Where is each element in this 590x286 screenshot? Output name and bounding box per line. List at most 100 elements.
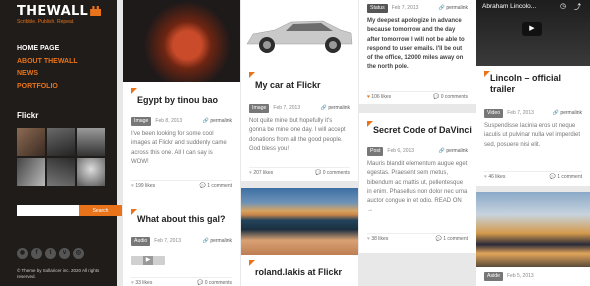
post-footer: ♥ 46 likes 💬 1 comment xyxy=(484,171,582,181)
nav-home[interactable]: HOME PAGE xyxy=(17,43,78,56)
vimeo-icon[interactable]: v xyxy=(59,248,70,259)
comments-link[interactable]: 💬 1 comment xyxy=(436,234,468,244)
likes-count: 106 likes xyxy=(371,94,392,100)
post-corner xyxy=(249,72,255,78)
permalink[interactable]: 🔗 permalink xyxy=(203,236,232,246)
post-meta: Aside Feb 5, 2013 xyxy=(484,271,582,281)
post-title[interactable]: roland.lakis at Flickr xyxy=(255,267,342,278)
page: THEWALL Scribble. Publish. Repeat. HOME … xyxy=(0,0,590,286)
dribbble-icon[interactable]: ◎ xyxy=(73,248,84,259)
post-excerpt: Not quite mine but hopefully it's gonna … xyxy=(249,118,346,152)
post-type-badge[interactable]: Image xyxy=(249,104,270,113)
post-meta: Status Feb 7, 2013 🔗 permalink xyxy=(367,3,468,13)
post-footer: ♥ 199 likes 💬 1 comment xyxy=(131,180,232,190)
flickr-thumb[interactable] xyxy=(47,128,75,156)
post-type-badge[interactable]: Status xyxy=(367,4,388,13)
post-type-badge[interactable]: Audio xyxy=(131,237,151,246)
permalink[interactable]: 🔗 permalink xyxy=(439,146,468,156)
video-title[interactable]: Abraham Lincolo... xyxy=(482,3,536,10)
twitter-icon[interactable]: t xyxy=(45,248,56,259)
post-title[interactable]: What about this gal? xyxy=(137,214,226,225)
comments-link[interactable]: 💬 0 comments xyxy=(315,168,350,178)
post-column: Egypt by tinou bao Image Feb 8, 2013 🔗 pe… xyxy=(123,0,240,286)
social-links: ◉ f t v ◎ xyxy=(17,248,84,259)
post-excerpt: I've been looking for some cool images a… xyxy=(131,131,227,165)
play-icon[interactable]: ▶ xyxy=(522,22,542,36)
post-corner xyxy=(249,260,255,266)
flickr-widget-title: Flickr xyxy=(17,111,39,120)
main-nav: HOME PAGE ABOUT THEWALL NEWS PORTFOLIO xyxy=(17,43,78,93)
nav-portfolio[interactable]: PORTFOLIO xyxy=(17,81,78,94)
post-excerpt: Mauris blandit elementum augue eget eges… xyxy=(367,161,468,214)
permalink[interactable]: 🔗 permalink xyxy=(439,3,468,13)
post-date: Feb 7, 2013 xyxy=(273,105,301,111)
likes-count: 207 likes xyxy=(253,170,274,176)
post-image[interactable] xyxy=(123,0,240,82)
play-icon[interactable]: ▶ xyxy=(143,256,153,265)
flickr-thumb[interactable] xyxy=(17,128,45,156)
flickr-thumb[interactable] xyxy=(77,158,105,186)
post-title[interactable]: Lincoln – official trailer xyxy=(490,73,582,95)
clock-icon[interactable]: ◷ xyxy=(560,2,566,10)
post-image[interactable] xyxy=(241,0,358,66)
audio-player[interactable]: ▶ xyxy=(131,256,165,265)
post-image[interactable] xyxy=(241,188,358,255)
tagline: Scribble. Publish. Repeat. xyxy=(17,19,75,25)
permalink[interactable]: 🔗 permalink xyxy=(203,116,232,126)
post-column: My car at Flickr Image Feb 7, 2013 🔗 perm… xyxy=(241,0,358,286)
post-card: What about this gal? Audio Feb 7, 2013 🔗 … xyxy=(123,205,240,286)
post-excerpt: Suspendisse lacinia eros ut neque iaculi… xyxy=(484,123,581,148)
permalink[interactable]: 🔗 permalink xyxy=(553,108,582,118)
post-meta: Image Feb 7, 2013 🔗 permalink xyxy=(249,103,350,113)
likes-count: 199 likes xyxy=(135,183,156,189)
nav-about[interactable]: ABOUT THEWALL xyxy=(17,56,78,69)
nav-news[interactable]: NEWS xyxy=(17,68,78,81)
post-date: Feb 7, 2013 xyxy=(507,110,534,116)
castle-icon xyxy=(90,6,102,16)
search-form: Search xyxy=(17,205,122,216)
post-title[interactable]: My car at Flickr xyxy=(255,80,321,91)
comments-link[interactable]: 💬 0 comments xyxy=(433,92,468,102)
post-date: Feb 5, 2013 xyxy=(506,273,534,279)
post-card: roland.lakis at Flickr xyxy=(241,188,358,286)
post-corner xyxy=(131,88,137,94)
flickr-thumb[interactable] xyxy=(17,158,45,186)
post-card: Status Feb 7, 2013 🔗 permalink My deepest… xyxy=(359,0,476,104)
post-title[interactable]: Egypt by tinou bao xyxy=(137,95,218,106)
post-image[interactable] xyxy=(476,192,590,267)
post-card: My car at Flickr Image Feb 7, 2013 🔗 perm… xyxy=(241,0,358,181)
search-input[interactable] xyxy=(17,205,79,216)
post-type-badge[interactable]: Video xyxy=(484,109,504,118)
post-footer: ♥ 33 likes 💬 0 comments xyxy=(131,277,232,286)
car-image xyxy=(246,20,353,53)
comments-link[interactable]: 💬 0 comments xyxy=(197,278,232,286)
post-card: Abraham Lincolo... ◷ ⤴ ▶ Lincoln – offic… xyxy=(476,0,590,186)
comment-icon: 💬 xyxy=(433,94,441,100)
post-footer: ♥ 106 likes 💬 0 comments xyxy=(367,91,468,101)
likes-count: 33 likes xyxy=(135,280,153,286)
status-text: My deepest apologize in advance because … xyxy=(367,18,465,71)
post-date: Feb 6, 2013 xyxy=(387,148,415,154)
post-type-badge[interactable]: Post xyxy=(367,147,384,156)
post-card: Egypt by tinou bao Image Feb 8, 2013 🔗 pe… xyxy=(123,0,240,216)
post-type-badge[interactable]: Aside xyxy=(484,272,503,281)
search-button[interactable]: Search xyxy=(79,205,122,216)
permalink[interactable]: 🔗 permalink xyxy=(321,103,350,113)
post-meta: Image Feb 8, 2013 🔗 permalink xyxy=(131,116,232,126)
comments-link[interactable]: 💬 1 comment xyxy=(200,181,232,191)
flickr-thumb[interactable] xyxy=(77,128,105,156)
flickr-thumb[interactable] xyxy=(47,158,75,186)
rss-icon[interactable]: ◉ xyxy=(17,248,28,259)
flickr-thumbnails xyxy=(17,128,105,186)
facebook-icon[interactable]: f xyxy=(31,248,42,259)
video-embed[interactable]: Abraham Lincolo... ◷ ⤴ ▶ xyxy=(476,0,590,66)
likes-count: 38 likes xyxy=(371,236,389,242)
post-meta: Post Feb 6, 2013 🔗 permalink xyxy=(367,146,468,156)
post-title[interactable]: Secret Code of DaVinci xyxy=(373,125,472,136)
comments-link[interactable]: 💬 1 comment xyxy=(550,172,582,182)
share-icon[interactable]: ⤴ xyxy=(574,2,581,12)
post-date: Feb 8, 2013 xyxy=(155,118,183,124)
post-date: Feb 7, 2013 xyxy=(154,238,181,244)
logo[interactable]: THEWALL xyxy=(17,4,102,19)
post-type-badge[interactable]: Image xyxy=(131,117,152,126)
